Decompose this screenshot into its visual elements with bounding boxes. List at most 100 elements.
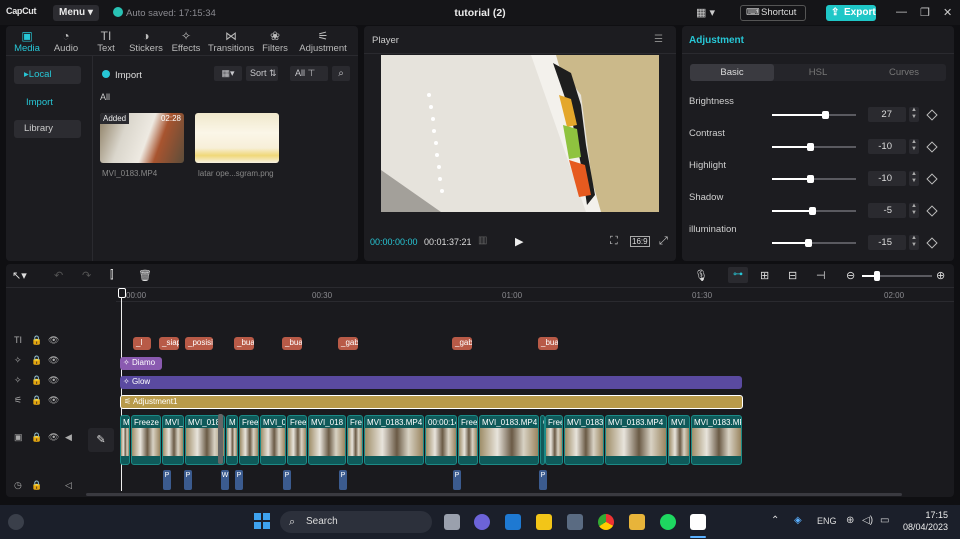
brightness-slider[interactable] (772, 111, 856, 119)
volume-icon[interactable]: ◁ (65, 480, 72, 491)
grid-view-icon[interactable]: ▦▾ (214, 66, 242, 81)
slider-knob[interactable] (809, 207, 816, 215)
zoom-slider[interactable] (862, 271, 932, 281)
audio-clip[interactable]: P (283, 470, 291, 490)
split-icon[interactable]: ⫿ (110, 269, 114, 282)
video-clip[interactable]: Free (239, 415, 259, 465)
tab-media[interactable]: ▣ Media (6, 29, 48, 54)
lock-icon[interactable]: 🔒 (31, 355, 42, 366)
import-button[interactable]: Import (102, 68, 158, 83)
layout-icon[interactable]: ▦ ▾ (696, 6, 715, 19)
undo-icon[interactable]: ↶ (54, 269, 63, 282)
zoom-in-icon[interactable]: ⊕ (936, 269, 945, 282)
video-clip[interactable]: MVI_0183 (564, 415, 604, 465)
text-clip[interactable]: _siap (159, 337, 179, 350)
align-icon[interactable]: ⊣ (816, 269, 826, 282)
video-clip[interactable]: MVI_0 (260, 415, 286, 465)
video-clip[interactable]: 00:00:14 (425, 415, 457, 465)
link-icon[interactable]: ⊞ (760, 269, 769, 282)
edit-icon[interactable]: ✎ (88, 428, 114, 452)
tab-curves[interactable]: Curves (862, 64, 946, 81)
highlight-slider[interactable] (772, 175, 856, 183)
audio-icon[interactable]: ◀ (65, 432, 72, 443)
video-clip[interactable]: Free (545, 415, 563, 465)
chrome-icon[interactable] (598, 514, 614, 530)
tab-basic[interactable]: Basic (690, 64, 774, 81)
keyframe-icon[interactable] (926, 237, 938, 249)
illumination-slider[interactable] (772, 239, 856, 247)
media-thumbnail[interactable] (195, 113, 279, 163)
audio-clip[interactable]: P (339, 470, 347, 490)
video-clip[interactable]: MVI_0183.MP4 (364, 415, 424, 465)
microphone-icon[interactable]: 🎙 (694, 269, 708, 282)
capcut-icon[interactable] (690, 514, 706, 530)
filter-button[interactable]: All ⊤ (290, 66, 328, 81)
slider-knob[interactable] (822, 111, 829, 119)
video-clip[interactable]: MVI_ (162, 415, 184, 465)
effect-clip-diamond[interactable]: ✧ Diamo (120, 357, 162, 370)
video-clip[interactable]: M (226, 415, 238, 465)
globe-icon[interactable]: ⊕ (846, 515, 854, 526)
contrast-slider[interactable] (772, 143, 856, 151)
slider-knob[interactable] (805, 239, 812, 247)
text-clip[interactable]: _bua (234, 337, 254, 350)
language-indicator[interactable]: ENG (817, 516, 837, 526)
redo-icon[interactable]: ↷ (82, 269, 91, 282)
expand-icon[interactable]: ⤢ (659, 235, 668, 248)
horizontal-scrollbar[interactable] (86, 493, 902, 496)
shortcut-button[interactable]: ⌨ Shortcut (740, 5, 806, 21)
volume-icon[interactable]: ◁) (862, 515, 873, 526)
text-clip[interactable]: _bua (282, 337, 302, 350)
zoom-out-icon[interactable]: ⊖ (846, 269, 855, 282)
video-clip[interactable]: Free (347, 415, 363, 465)
mail-icon[interactable] (505, 514, 521, 530)
keyframe-icon[interactable] (926, 205, 938, 217)
video-preview[interactable] (381, 55, 659, 212)
playhead-handle[interactable] (118, 288, 126, 298)
audio-clip[interactable]: P (163, 470, 171, 490)
video-clip[interactable]: Free (287, 415, 307, 465)
spotify-icon[interactable] (660, 514, 676, 530)
taskbar-search[interactable]: ⌕ Search (280, 511, 432, 533)
video-clip[interactable]: MVI_0183.MP4 (605, 415, 667, 465)
video-clip[interactable]: Freeze (131, 415, 161, 465)
brightness-value[interactable]: 27 (868, 107, 906, 122)
video-clip[interactable]: M (120, 415, 130, 465)
audio-clip[interactable]: P (184, 470, 192, 490)
tab-audio[interactable]: ◔ Audio (45, 29, 87, 54)
eye-icon[interactable]: 👁 (48, 395, 59, 406)
lock-icon[interactable]: 🔒 (31, 375, 42, 386)
close-icon[interactable]: ✕ (943, 6, 952, 19)
sidebar-item-library[interactable]: Library (14, 120, 81, 138)
chevron-up-icon[interactable]: ⌃ (771, 515, 779, 526)
task-view-icon[interactable] (444, 514, 460, 530)
tab-filters[interactable]: ❀ Filters (254, 29, 296, 54)
search-icon[interactable]: ⌕ (332, 66, 350, 81)
video-clip[interactable]: MVI_0183.MP4 (479, 415, 539, 465)
illumination-value[interactable]: -15 (868, 235, 906, 250)
sidebar-item-import[interactable]: Import (14, 94, 81, 112)
keyframe-icon[interactable] (926, 141, 938, 153)
lock-icon[interactable]: 🔒 (31, 395, 42, 406)
audio-clip[interactable]: P (235, 470, 243, 490)
magnet-icon[interactable]: ⊶ (728, 267, 748, 283)
weather-icon[interactable] (8, 514, 24, 530)
clock-time[interactable]: 17:15 (900, 510, 948, 520)
video-clip[interactable]: Free (458, 415, 478, 465)
file-explorer-icon[interactable] (629, 514, 645, 530)
contrast-value[interactable]: -10 (868, 139, 906, 154)
audio-clip[interactable]: W (221, 470, 229, 490)
preview-axis-icon[interactable]: ⊟ (788, 269, 797, 282)
tab-effects[interactable]: ✧ Effects (165, 29, 207, 54)
text-clip[interactable]: _gab (338, 337, 358, 350)
shadow-slider[interactable] (772, 207, 856, 215)
freeze-handle[interactable] (218, 414, 223, 464)
tab-hsl[interactable]: HSL (776, 64, 860, 81)
text-clip[interactable]: _l (133, 337, 151, 350)
menu-lines-icon[interactable]: ☰ (654, 34, 663, 45)
tab-transitions[interactable]: ⋈ Transitions (208, 29, 254, 54)
eye-icon[interactable]: 👁 (48, 432, 59, 443)
stepper-icon[interactable]: ▲ ▼ (909, 203, 919, 218)
camera-icon[interactable] (567, 514, 583, 530)
text-clip[interactable]: _posisi (185, 337, 213, 350)
